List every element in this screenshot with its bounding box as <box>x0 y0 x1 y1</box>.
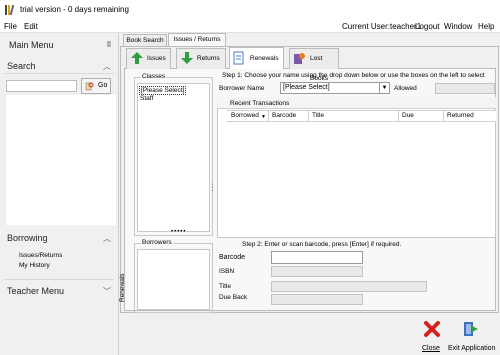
col-due[interactable]: Due <box>402 112 414 119</box>
chevron-up-icon[interactable]: ︿ <box>103 233 111 244</box>
due-back-field <box>271 294 363 305</box>
classes-title: Classes <box>141 73 167 80</box>
tab-issues-label: Issues <box>147 55 166 62</box>
tab-returns[interactable]: Returns <box>176 48 226 69</box>
menu-file[interactable]: File <box>4 22 17 31</box>
col-returned[interactable]: Returned <box>447 112 474 119</box>
col-borrowed[interactable]: Borrowed <box>231 112 259 119</box>
renewals-vertical-label: Renewals <box>119 273 126 302</box>
splitter-grip[interactable]: ••••• <box>171 229 187 235</box>
col-title[interactable]: Title <box>312 112 324 119</box>
chevron-up-icon[interactable]: ︿ <box>103 61 111 72</box>
divider <box>4 279 114 280</box>
col-divider <box>398 110 399 122</box>
window-title: trial version - 0 days remaining <box>20 5 129 14</box>
search-go-button[interactable]: Go <box>81 78 111 94</box>
recent-transactions-title: Recent Transactions <box>230 100 290 107</box>
barcode-input[interactable] <box>271 251 363 264</box>
borrowers-title: Borrowers <box>141 239 173 246</box>
classes-list[interactable]: [Please Select] Staff <box>137 83 210 232</box>
sidebar-item-issues-returns[interactable]: Issues/Returns <box>19 252 62 259</box>
tab-book-search[interactable]: Book Search <box>123 34 167 46</box>
main-menu-title: Main Menu <box>9 40 54 50</box>
due-back-label: Due Back <box>219 294 248 301</box>
borrowers-list[interactable] <box>137 249 210 310</box>
chevron-down-icon[interactable]: ▼ <box>379 83 389 93</box>
title-label: Title <box>219 283 232 290</box>
tab-renewals[interactable]: Renewals <box>229 47 284 69</box>
col-divider <box>443 110 444 122</box>
divider <box>4 73 114 74</box>
tab-issues[interactable]: Issues <box>126 48 171 69</box>
borrower-select-value: [Please Select] <box>283 84 330 91</box>
close-label: Close <box>422 345 440 352</box>
logout-link[interactable]: Logout <box>415 22 439 31</box>
exit-application-icon <box>464 322 478 336</box>
isbn-label: ISBN <box>219 268 235 275</box>
exit-application-label: Exit Application <box>448 345 496 352</box>
borrower-name-label: Borrower Name <box>219 85 265 92</box>
tab-issues-returns[interactable]: Issues / Returns <box>168 33 226 46</box>
isbn-field <box>271 266 363 277</box>
menu-help[interactable]: Help <box>478 22 494 31</box>
step2-instruction: Step 2: Enter or scan barcode, press [En… <box>242 241 402 248</box>
exit-application-button[interactable]: Exit Application <box>446 320 498 354</box>
title-bar: trial version - 0 days remaining <box>0 0 500 20</box>
close-icon <box>424 321 440 337</box>
search-go-icon <box>85 82 94 91</box>
sidebar-item-my-history[interactable]: My History <box>19 262 50 269</box>
app-logo-icon <box>5 4 15 16</box>
search-input[interactable] <box>6 80 77 92</box>
allowed-field <box>435 83 495 94</box>
col-divider <box>308 110 309 122</box>
go-label: Go <box>98 82 108 89</box>
borrowing-title: Borrowing <box>7 233 48 243</box>
allowed-label: Allowed <box>394 85 417 92</box>
col-divider <box>268 110 269 122</box>
current-user-label: Current User:teacher1 <box>342 22 422 31</box>
menu-edit[interactable]: Edit <box>24 22 38 31</box>
sort-desc-icon[interactable]: ▼ <box>261 114 266 120</box>
vertical-splitter-grip[interactable]: · · · <box>211 181 213 194</box>
borrower-name-select[interactable]: [Please Select] ▼ <box>280 82 390 94</box>
tab-returns-label: Returns <box>197 55 220 62</box>
teacher-menu-title: Teacher Menu <box>7 286 65 296</box>
chevron-down-icon[interactable]: ﹀ <box>103 286 111 297</box>
lost-book-icon <box>293 52 306 65</box>
col-barcode[interactable]: Barcode <box>272 112 296 119</box>
class-item-please-select[interactable]: [Please Select] <box>139 86 187 95</box>
search-results-list[interactable] <box>6 95 116 225</box>
green-down-arrow-icon <box>181 52 193 64</box>
title-field <box>271 281 427 292</box>
document-icon <box>233 51 245 65</box>
menu-bar: File Edit Current User:teacher1 Logout W… <box>0 20 500 33</box>
step1-instruction: Step 1: Choose your name using the drop … <box>222 72 485 79</box>
close-button[interactable]: Close <box>420 320 444 354</box>
class-item-staff[interactable]: Staff <box>139 95 154 102</box>
search-title: Search <box>7 61 36 71</box>
pin-icon[interactable]: ʬ <box>107 40 111 49</box>
barcode-label: Barcode <box>219 254 246 261</box>
menu-window[interactable]: Window <box>444 22 472 31</box>
tab-lost-books[interactable]: Lost Books <box>289 48 339 82</box>
green-up-arrow-icon <box>131 52 143 64</box>
tab-renewals-label: Renewals <box>250 55 279 62</box>
